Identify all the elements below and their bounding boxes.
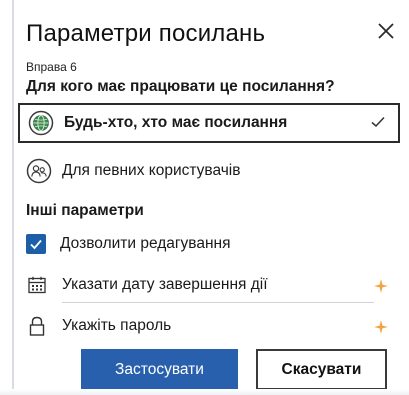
- calendar-icon: [26, 274, 48, 296]
- close-button[interactable]: [371, 16, 401, 46]
- close-icon: [378, 23, 394, 39]
- option-anyone-with-link[interactable]: Будь-хто, хто має посилання: [18, 103, 400, 143]
- cancel-button[interactable]: Скасувати: [256, 349, 387, 390]
- dialog-bottom-shade: [0, 389, 409, 395]
- password-label: Укажіть пароль: [62, 317, 172, 334]
- option-specific-people[interactable]: Для певних користувачів: [18, 151, 400, 191]
- expiry-date-label: Указати дату завершення дії: [62, 276, 268, 293]
- dialog-left-edge: [0, 0, 14, 395]
- apply-button[interactable]: Застосувати: [81, 349, 238, 390]
- audience-question: Для кого має працювати це посилання?: [26, 78, 335, 95]
- expiry-date-row[interactable]: Указати дату завершення дії: [26, 274, 268, 296]
- allow-editing-row: Дозволити редагування: [26, 234, 231, 254]
- globe-icon: [28, 110, 54, 136]
- option-anyone-label: Будь-хто, хто має посилання: [64, 114, 288, 131]
- people-icon: [26, 158, 52, 184]
- exercise-label: Вправа 6: [26, 60, 77, 74]
- premium-sparkle-icon: [374, 320, 388, 334]
- allow-editing-checkbox[interactable]: [26, 234, 46, 254]
- other-settings-heading: Інші параметри: [26, 202, 144, 219]
- dialog-title: Параметри посилань: [26, 20, 266, 47]
- allow-editing-label: Дозволити редагування: [60, 235, 231, 252]
- check-icon: [30, 239, 42, 250]
- link-settings-dialog: Параметри посилань Вправа 6 Для кого має…: [0, 0, 409, 395]
- lock-icon: [26, 315, 48, 337]
- settings-divider: [62, 302, 374, 303]
- password-row[interactable]: Укажіть пароль: [26, 315, 171, 337]
- checkmark-icon: [371, 116, 385, 128]
- premium-sparkle-icon: [374, 279, 388, 293]
- option-specific-label: Для певних користувачів: [62, 162, 241, 179]
